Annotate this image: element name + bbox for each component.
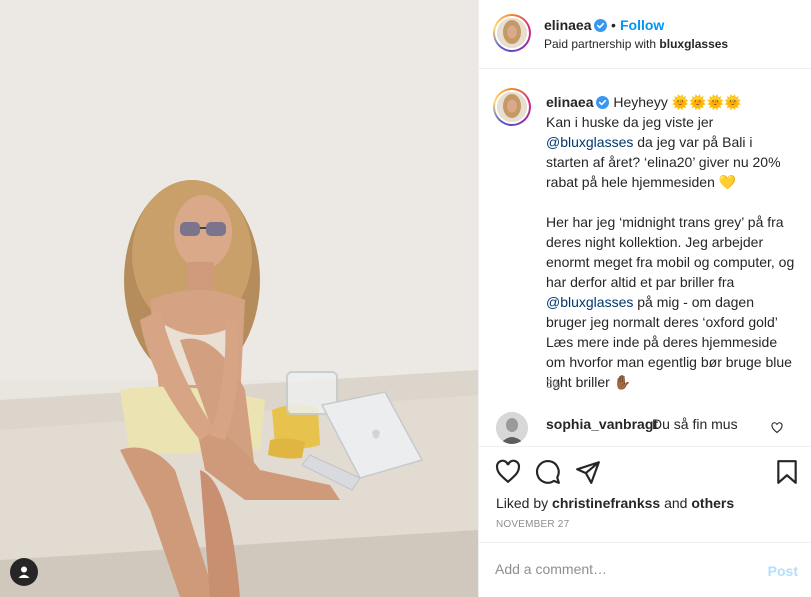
caption-username[interactable]: elinaea xyxy=(546,94,593,110)
heart-icon[interactable] xyxy=(495,459,521,485)
post-actions: Liked by christinefrankss and others NOV… xyxy=(479,446,811,551)
post-header: elinaea • Follow Paid partnership with b… xyxy=(479,0,811,69)
paid-partnership-label: Paid partnership with bluxglasses xyxy=(544,37,728,51)
liked-by-prefix: Liked by xyxy=(496,495,549,511)
sun-emoji-icon: 🌞 xyxy=(724,94,742,110)
sun-emoji-icon: 🌞 xyxy=(689,94,707,110)
add-comment-bar: Post xyxy=(479,542,811,597)
commenter-avatar[interactable] xyxy=(496,412,528,444)
user-tag-icon xyxy=(18,566,30,578)
share-icon[interactable] xyxy=(575,459,601,485)
partnership-prefix: Paid partnership with xyxy=(544,37,657,51)
post-details-panel: elinaea • Follow Paid partnership with b… xyxy=(478,0,811,597)
mention-link[interactable]: @bluxglasses xyxy=(546,294,633,310)
comment-icon[interactable] xyxy=(535,459,561,485)
liked-by-others[interactable]: others xyxy=(691,495,734,511)
partner-link[interactable]: bluxglasses xyxy=(659,37,728,51)
caption-text: Kan i huske da jeg viste jer xyxy=(546,114,714,130)
post-caption: elinaea Heyheyy 🌞🌞🌞🌞 Kan i huske da jeg … xyxy=(546,92,796,392)
post-date[interactable]: NOVEMBER 27 xyxy=(496,519,569,530)
separator-dot: • xyxy=(611,17,616,33)
author-username[interactable]: elinaea xyxy=(544,17,608,33)
sun-emoji-icon: 🌞 xyxy=(706,94,725,110)
caption-text: Her har jeg ‘midnight trans grey’ på fra… xyxy=(546,214,795,290)
small-heart-icon[interactable] xyxy=(771,422,783,434)
author-avatar xyxy=(497,18,527,48)
verified-badge-icon xyxy=(596,96,610,109)
verified-badge-icon xyxy=(594,19,608,32)
yellow-heart-emoji-icon: 💛 xyxy=(718,174,737,190)
caption-avatar xyxy=(497,92,527,122)
caption-timestamp[interactable]: 3w xyxy=(546,377,561,391)
comment-text: Du så fin mus xyxy=(652,416,738,432)
comment-row: sophia_vanbragt Du så fin mus xyxy=(496,412,796,444)
user-tag-button[interactable] xyxy=(10,558,38,586)
commenter-username[interactable]: sophia_vanbragt xyxy=(546,416,658,432)
liked-by-line: Liked by christinefrankss and others xyxy=(496,495,734,511)
sun-emoji-icon: 🌞 xyxy=(671,94,690,110)
post-comment-button[interactable]: Post xyxy=(768,563,798,579)
bookmark-icon[interactable] xyxy=(774,459,800,485)
photo-illustration xyxy=(0,0,478,597)
liked-by-user[interactable]: christinefrankss xyxy=(552,495,660,511)
raised-hand-emoji-icon: ✋🏾 xyxy=(613,374,632,390)
post-photo[interactable] xyxy=(0,0,478,597)
liked-by-and: and xyxy=(664,495,688,511)
author-username-text[interactable]: elinaea xyxy=(544,17,591,33)
author-avatar-ring[interactable] xyxy=(493,14,531,52)
mention-link[interactable]: @bluxglasses xyxy=(546,134,633,150)
caption-avatar-ring[interactable] xyxy=(493,88,531,126)
follow-button[interactable]: Follow xyxy=(620,17,664,33)
add-comment-input[interactable] xyxy=(495,561,745,577)
caption-greeting: Heyheyy xyxy=(613,94,668,110)
